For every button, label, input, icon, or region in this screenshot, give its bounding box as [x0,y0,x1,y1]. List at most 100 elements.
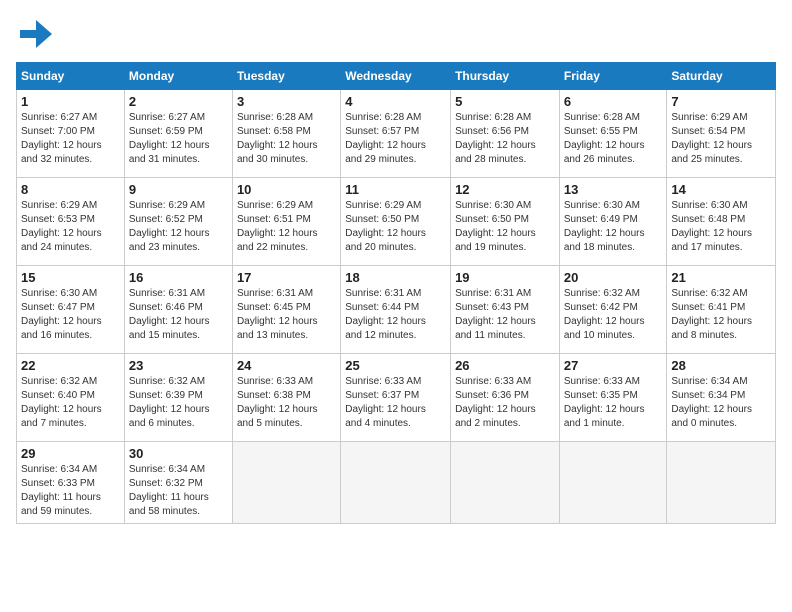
day-info: Sunrise: 6:32 AM Sunset: 6:42 PM Dayligh… [564,287,663,343]
day-cell [451,442,560,524]
day-number: 2 [129,94,228,109]
day-number: 12 [455,182,555,197]
day-cell: 5 Sunrise: 6:28 AM Sunset: 6:56 PM Daylig… [451,90,560,178]
day-number: 19 [455,270,555,285]
logo [16,16,56,52]
day-cell: 24 Sunrise: 6:33 AM Sunset: 6:38 PM Dayli… [232,354,340,442]
day-number: 1 [21,94,120,109]
day-cell: 10 Sunrise: 6:29 AM Sunset: 6:51 PM Dayli… [232,178,340,266]
day-info: Sunrise: 6:33 AM Sunset: 6:35 PM Dayligh… [564,375,663,431]
day-number: 28 [671,358,771,373]
header [16,16,776,52]
day-cell: 20 Sunrise: 6:32 AM Sunset: 6:42 PM Dayli… [559,266,667,354]
day-cell: 21 Sunrise: 6:32 AM Sunset: 6:41 PM Dayli… [667,266,776,354]
day-cell: 27 Sunrise: 6:33 AM Sunset: 6:35 PM Dayli… [559,354,667,442]
day-cell [341,442,451,524]
day-number: 18 [345,270,446,285]
day-cell: 22 Sunrise: 6:32 AM Sunset: 6:40 PM Dayli… [17,354,125,442]
calendar: SundayMondayTuesdayWednesdayThursdayFrid… [16,62,776,524]
day-info: Sunrise: 6:29 AM Sunset: 6:50 PM Dayligh… [345,199,446,255]
day-cell: 9Sunrise: 6:29 AM Sunset: 6:52 PM Daylig… [124,178,232,266]
day-number: 11 [345,182,446,197]
header-cell-thursday: Thursday [451,63,560,90]
day-cell: 12 Sunrise: 6:30 AM Sunset: 6:50 PM Dayli… [451,178,560,266]
day-number: 5 [455,94,555,109]
day-number: 3 [237,94,336,109]
day-info: Sunrise: 6:31 AM Sunset: 6:44 PM Dayligh… [345,287,446,343]
day-info: Sunrise: 6:33 AM Sunset: 6:36 PM Dayligh… [455,375,555,431]
day-number: 4 [345,94,446,109]
day-cell: 11 Sunrise: 6:29 AM Sunset: 6:50 PM Dayli… [341,178,451,266]
day-cell: 28 Sunrise: 6:34 AM Sunset: 6:34 PM Dayli… [667,354,776,442]
day-cell: 26 Sunrise: 6:33 AM Sunset: 6:36 PM Dayli… [451,354,560,442]
header-cell-monday: Monday [124,63,232,90]
day-cell: 2 Sunrise: 6:27 AM Sunset: 6:59 PM Daylig… [124,90,232,178]
day-number: 7 [671,94,771,109]
day-cell: 18 Sunrise: 6:31 AM Sunset: 6:44 PM Dayli… [341,266,451,354]
day-info: Sunrise: 6:27 AM Sunset: 6:59 PM Dayligh… [129,111,228,167]
week-row-0: 1 Sunrise: 6:27 AM Sunset: 7:00 PM Daylig… [17,90,776,178]
header-cell-friday: Friday [559,63,667,90]
day-info: Sunrise: 6:32 AM Sunset: 6:41 PM Dayligh… [671,287,771,343]
day-number: 14 [671,182,771,197]
day-number: 29 [21,446,120,461]
week-row-2: 15Sunrise: 6:30 AM Sunset: 6:47 PM Dayli… [17,266,776,354]
day-cell: 6 Sunrise: 6:28 AM Sunset: 6:55 PM Daylig… [559,90,667,178]
day-cell: 30 Sunrise: 6:34 AM Sunset: 6:32 PM Dayli… [124,442,232,524]
day-number: 23 [129,358,228,373]
day-cell: 14Sunrise: 6:30 AM Sunset: 6:48 PM Dayli… [667,178,776,266]
logo-icon [16,16,52,52]
day-info: Sunrise: 6:34 AM Sunset: 6:32 PM Dayligh… [129,463,228,519]
day-number: 17 [237,270,336,285]
day-number: 25 [345,358,446,373]
day-cell [667,442,776,524]
day-cell: 7 Sunrise: 6:29 AM Sunset: 6:54 PM Daylig… [667,90,776,178]
day-cell: 8Sunrise: 6:29 AM Sunset: 6:53 PM Daylig… [17,178,125,266]
day-number: 26 [455,358,555,373]
day-info: Sunrise: 6:27 AM Sunset: 7:00 PM Dayligh… [21,111,120,167]
day-number: 20 [564,270,663,285]
day-number: 16 [129,270,228,285]
day-number: 15 [21,270,120,285]
day-info: Sunrise: 6:31 AM Sunset: 6:46 PM Dayligh… [129,287,228,343]
day-info: Sunrise: 6:29 AM Sunset: 6:54 PM Dayligh… [671,111,771,167]
day-info: Sunrise: 6:33 AM Sunset: 6:38 PM Dayligh… [237,375,336,431]
day-info: Sunrise: 6:34 AM Sunset: 6:34 PM Dayligh… [671,375,771,431]
header-cell-saturday: Saturday [667,63,776,90]
day-info: Sunrise: 6:31 AM Sunset: 6:45 PM Dayligh… [237,287,336,343]
day-cell: 16 Sunrise: 6:31 AM Sunset: 6:46 PM Dayli… [124,266,232,354]
day-cell: 23 Sunrise: 6:32 AM Sunset: 6:39 PM Dayli… [124,354,232,442]
header-cell-tuesday: Tuesday [232,63,340,90]
day-cell: 1 Sunrise: 6:27 AM Sunset: 7:00 PM Daylig… [17,90,125,178]
day-number: 6 [564,94,663,109]
day-number: 22 [21,358,120,373]
day-number: 24 [237,358,336,373]
header-row: SundayMondayTuesdayWednesdayThursdayFrid… [17,63,776,90]
day-info: Sunrise: 6:34 AM Sunset: 6:33 PM Dayligh… [21,463,120,519]
day-info: Sunrise: 6:33 AM Sunset: 6:37 PM Dayligh… [345,375,446,431]
day-number: 27 [564,358,663,373]
week-row-3: 22 Sunrise: 6:32 AM Sunset: 6:40 PM Dayli… [17,354,776,442]
day-number: 30 [129,446,228,461]
day-info: Sunrise: 6:29 AM Sunset: 6:53 PM Dayligh… [21,199,120,255]
day-info: Sunrise: 6:30 AM Sunset: 6:49 PM Dayligh… [564,199,663,255]
day-info: Sunrise: 6:28 AM Sunset: 6:55 PM Dayligh… [564,111,663,167]
day-cell: 15Sunrise: 6:30 AM Sunset: 6:47 PM Dayli… [17,266,125,354]
day-cell: 3Sunrise: 6:28 AM Sunset: 6:58 PM Daylig… [232,90,340,178]
day-cell: 17 Sunrise: 6:31 AM Sunset: 6:45 PM Dayli… [232,266,340,354]
day-info: Sunrise: 6:32 AM Sunset: 6:40 PM Dayligh… [21,375,120,431]
day-cell: 13 Sunrise: 6:30 AM Sunset: 6:49 PM Dayli… [559,178,667,266]
day-number: 21 [671,270,771,285]
day-cell: 29 Sunrise: 6:34 AM Sunset: 6:33 PM Dayli… [17,442,125,524]
day-cell [559,442,667,524]
day-cell: 25 Sunrise: 6:33 AM Sunset: 6:37 PM Dayli… [341,354,451,442]
day-info: Sunrise: 6:28 AM Sunset: 6:56 PM Dayligh… [455,111,555,167]
day-info: Sunrise: 6:31 AM Sunset: 6:43 PM Dayligh… [455,287,555,343]
week-row-1: 8Sunrise: 6:29 AM Sunset: 6:53 PM Daylig… [17,178,776,266]
day-info: Sunrise: 6:30 AM Sunset: 6:50 PM Dayligh… [455,199,555,255]
day-number: 10 [237,182,336,197]
day-info: Sunrise: 6:32 AM Sunset: 6:39 PM Dayligh… [129,375,228,431]
header-cell-sunday: Sunday [17,63,125,90]
day-info: Sunrise: 6:29 AM Sunset: 6:51 PM Dayligh… [237,199,336,255]
day-number: 13 [564,182,663,197]
